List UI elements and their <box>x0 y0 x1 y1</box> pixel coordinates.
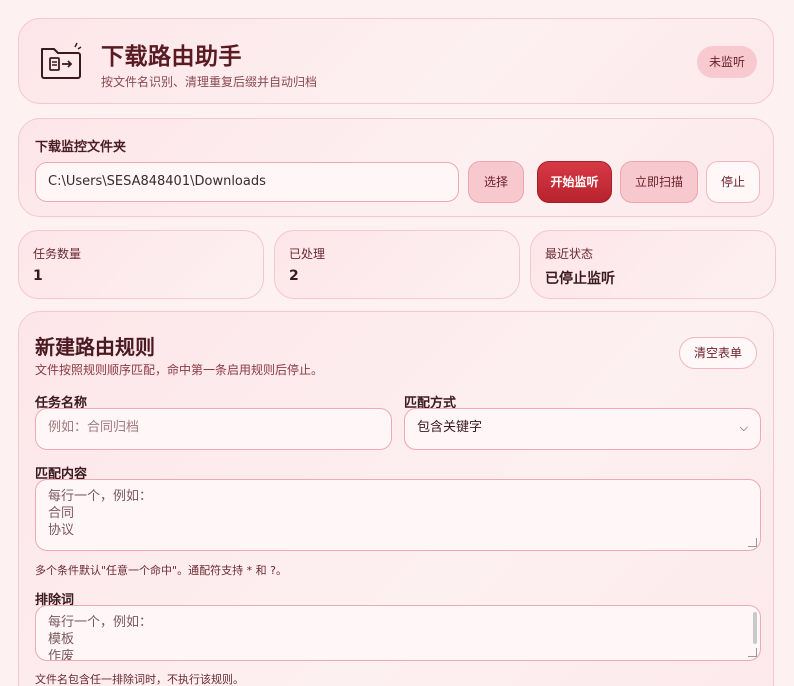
folder-path-input[interactable]: C:\Users\SESA848401\Downloads <box>35 162 459 202</box>
app-subtitle: 按文件名识别、清理重复后缀并自动归档 <box>101 75 318 89</box>
stat-recent-status: 最近状态 已停止监听 <box>530 230 776 299</box>
exclude-hint: 文件名包含任一排除词时，不执行该规则。 <box>35 673 244 686</box>
match-hint: 多个条件默认"任意一个命中"。通配符支持 * 和 ?。 <box>35 564 287 577</box>
start-watch-button[interactable]: 开始监听 <box>537 161 612 203</box>
match-content-textarea[interactable]: 每行一个，例如： 合同 协议 <box>35 479 761 551</box>
app-header: 下载路由助手 按文件名识别、清理重复后缀并自动归档 未监听 <box>18 18 774 104</box>
app-root: 下载路由助手 按文件名识别、清理重复后缀并自动归档 未监听 下载监控文件夹 C:… <box>0 0 794 686</box>
stat-label: 最近状态 <box>545 247 594 261</box>
resize-handle[interactable] <box>748 648 757 657</box>
exclude-textarea[interactable]: 每行一个，例如： 模板 作废 <box>35 605 761 661</box>
resize-handle[interactable] <box>748 538 757 547</box>
section-title: 新建路由规则 <box>35 335 155 359</box>
placeholder-line: 作废 <box>48 649 75 661</box>
scrollbar-thumb[interactable] <box>753 612 757 644</box>
placeholder-line: 协议 <box>48 523 75 538</box>
match-mode-value: 包含关键字 <box>417 420 483 435</box>
folder-label: 下载监控文件夹 <box>35 140 127 155</box>
stat-value: 已停止监听 <box>545 271 615 287</box>
folder-route-icon <box>39 41 83 81</box>
stat-label: 已处理 <box>289 247 326 261</box>
app-title: 下载路由助手 <box>101 44 242 70</box>
stat-processed: 已处理 2 <box>274 230 520 299</box>
placeholder-line: 模板 <box>48 632 75 647</box>
placeholder-line: 每行一个，例如： <box>48 489 153 504</box>
new-rule-panel: 新建路由规则 文件按照规则顺序匹配，命中第一条启用规则后停止。 清空表单 任务名… <box>18 311 774 686</box>
choose-folder-button[interactable]: 选择 <box>468 161 524 203</box>
stat-value: 1 <box>33 268 43 284</box>
chevron-down-icon: ⌵ <box>739 421 748 434</box>
folder-panel: 下载监控文件夹 C:\Users\SESA848401\Downloads 选择… <box>18 118 774 217</box>
clear-form-button[interactable]: 清空表单 <box>678 337 757 369</box>
placeholder-line: 合同 <box>48 506 75 521</box>
stat-task-count: 任务数量 1 <box>18 230 264 299</box>
stat-label: 任务数量 <box>33 247 82 261</box>
stop-button[interactable]: 停止 <box>706 161 760 203</box>
section-subtitle: 文件按照规则顺序匹配，命中第一条启用规则后停止。 <box>35 363 324 377</box>
stat-value: 2 <box>289 268 299 284</box>
scan-now-button[interactable]: 立即扫描 <box>620 161 698 203</box>
task-name-input[interactable]: 例如：合同归档 <box>35 408 392 450</box>
status-badge: 未监听 <box>696 46 757 78</box>
match-mode-select[interactable]: 包含关键字 ⌵ <box>404 408 761 450</box>
placeholder-line: 每行一个，例如： <box>48 615 153 630</box>
